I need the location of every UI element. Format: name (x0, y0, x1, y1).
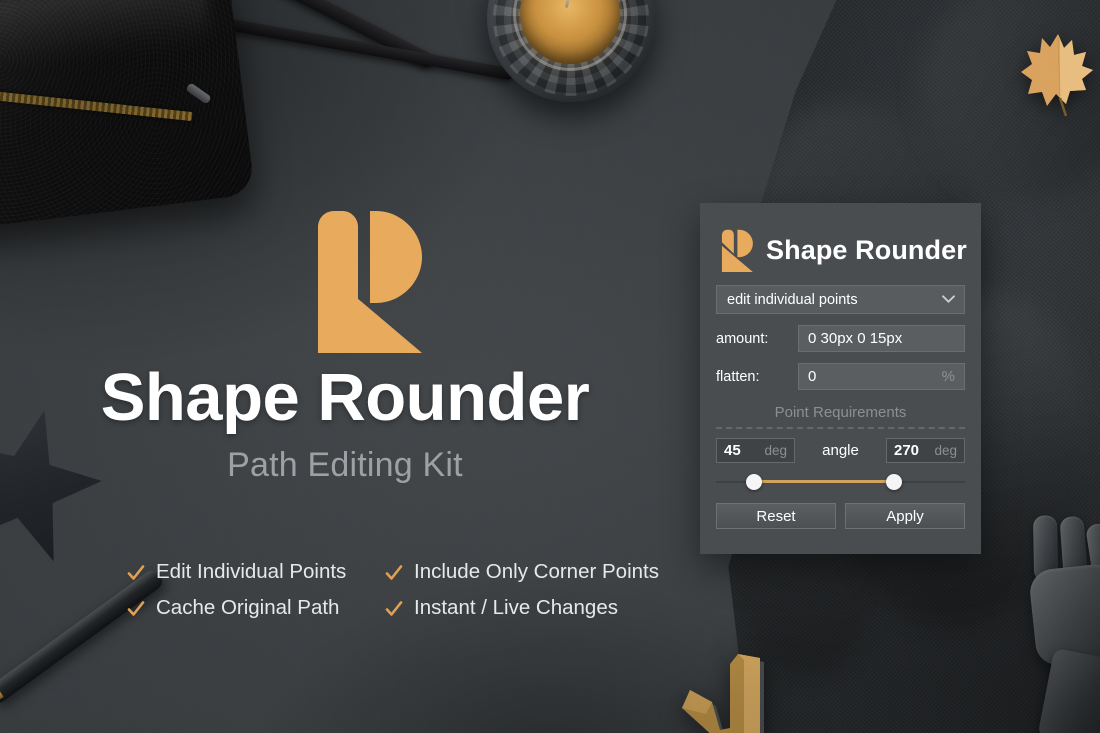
screenshot-stage: Shape Rounder Path Editing Kit Edit Indi… (0, 0, 1100, 733)
section-divider (716, 427, 965, 429)
shape-rounder-logo (312, 205, 422, 353)
amount-label: amount: (716, 330, 769, 347)
hero-section: Shape Rounder Path Editing Kit Edit Indi… (0, 0, 690, 733)
apply-button[interactable]: Apply (845, 503, 965, 529)
slider-handle-min[interactable] (746, 474, 763, 490)
angle-row: 45 deg angle 270 deg (716, 438, 965, 463)
shape-rounder-logo (720, 228, 753, 272)
reset-button[interactable]: Reset (716, 503, 836, 529)
chevron-down-icon (942, 294, 955, 303)
angle-min-input[interactable]: 45 deg (716, 438, 795, 463)
check-icon (385, 564, 403, 582)
flatten-row: flatten: 0 % (716, 363, 965, 390)
amount-value: 0 30px 0 15px (808, 330, 903, 347)
check-icon (127, 564, 145, 582)
amount-input[interactable]: 0 30px 0 15px (798, 325, 965, 352)
panel-body: edit individual points amount: 0 30px 0 … (700, 275, 981, 529)
angle-max-input[interactable]: 270 deg (885, 438, 965, 463)
feature-label: Cache Original Path (156, 596, 340, 619)
angle-min-value: 45 (724, 442, 741, 459)
feature-item: Edit Individual Points (127, 560, 385, 584)
angle-range-slider[interactable] (716, 474, 965, 490)
amount-row: amount: 0 30px 0 15px (716, 325, 965, 352)
flatten-value: 0 (808, 368, 817, 385)
shape-rounder-panel: Shape Rounder edit individual points amo… (700, 203, 981, 554)
feature-item: Cache Original Path (127, 596, 385, 620)
point-requirements-heading: Point Requirements (774, 404, 907, 421)
page-subtitle: Path Editing Kit (227, 446, 463, 484)
angle-max-unit: deg (934, 443, 957, 458)
panel-buttons: Reset Apply (716, 503, 965, 529)
feature-label: Edit Individual Points (156, 560, 347, 583)
mode-select[interactable]: edit individual points (716, 285, 965, 314)
check-icon (127, 600, 145, 618)
panel-header: Shape Rounder (700, 203, 981, 275)
flatten-label: flatten: (716, 368, 760, 385)
angle-label: angle (822, 442, 859, 459)
feature-label: Include Only Corner Points (414, 560, 659, 583)
feature-item: Include Only Corner Points (385, 560, 687, 584)
feature-label: Instant / Live Changes (414, 596, 618, 619)
panel-title: Shape Rounder (766, 234, 967, 265)
feature-list: Edit Individual Points Include Only Corn… (127, 560, 687, 620)
slider-fill (754, 480, 895, 483)
angle-min-unit: deg (764, 443, 787, 458)
slider-handle-max[interactable] (886, 474, 903, 490)
feature-item: Instant / Live Changes (385, 596, 687, 620)
page-title: Shape Rounder (100, 360, 590, 435)
check-icon (385, 600, 403, 618)
angle-max-value: 270 (893, 442, 920, 459)
flatten-input[interactable]: 0 % (798, 363, 965, 390)
flatten-unit: % (941, 368, 955, 385)
mode-select-value: edit individual points (727, 291, 858, 308)
